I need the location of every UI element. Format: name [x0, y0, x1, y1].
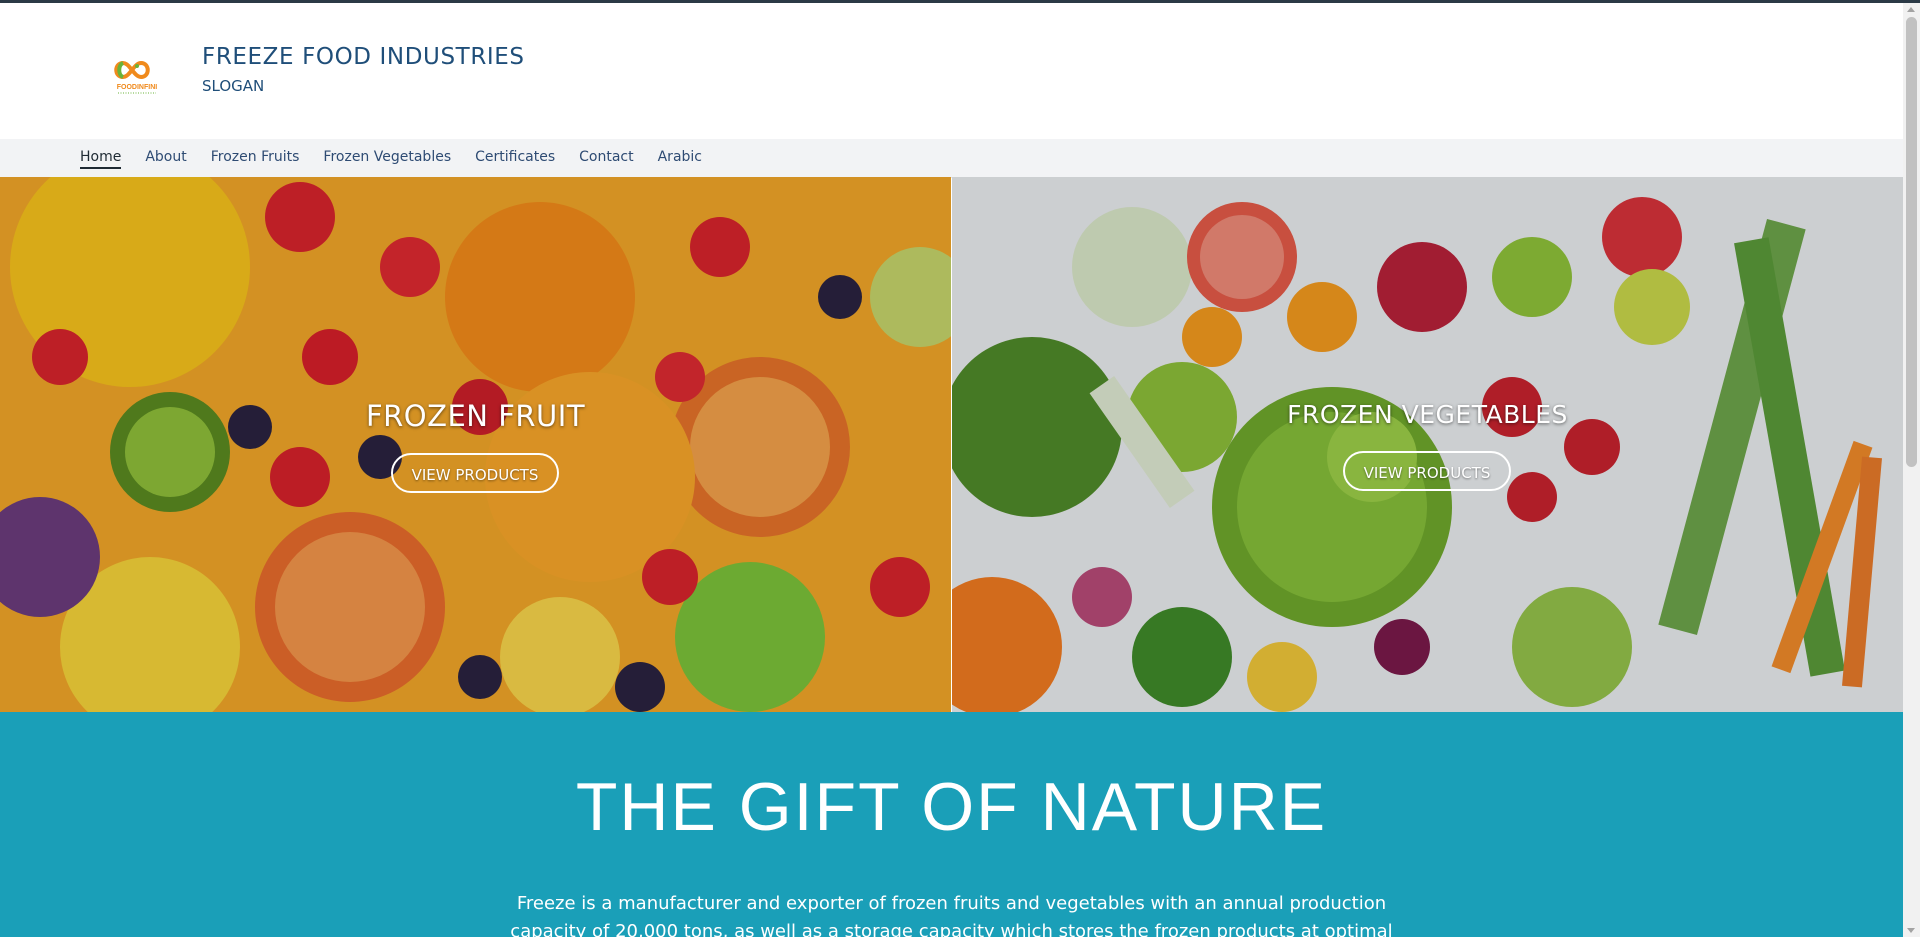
brand-logo[interactable]: FOODINFINI: [108, 47, 166, 97]
hero-panel-frozen-vegetables: FROZEN VEGETABLES VIEW PRODUCTS: [952, 177, 1903, 712]
nav-list: Home About Frozen Fruits Frozen Vegetabl…: [80, 149, 702, 169]
nav-item-frozen-vegetables[interactable]: Frozen Vegetables: [323, 149, 451, 169]
fruit-overlay: [0, 177, 951, 712]
brand-slogan: SLOGAN: [202, 77, 265, 95]
nav-item-contact[interactable]: Contact: [579, 149, 633, 169]
site-header: FOODINFINI FREEZE FOOD INDUSTRIES SLOGAN: [0, 3, 1903, 139]
main-nav: Home About Frozen Fruits Frozen Vegetabl…: [0, 139, 1903, 178]
logo-text: FOODINFINI: [117, 84, 157, 91]
nav-item-frozen-fruits[interactable]: Frozen Fruits: [211, 149, 300, 169]
nav-item-arabic[interactable]: Arabic: [658, 149, 702, 169]
brand-title[interactable]: FREEZE FOOD INDUSTRIES: [202, 44, 525, 70]
fruit-view-products-button[interactable]: VIEW PRODUCTS: [391, 453, 559, 493]
frozen-fruit-heading: FROZEN FRUIT: [365, 399, 586, 433]
page-scrollbar[interactable]: [1903, 3, 1920, 937]
gift-of-nature-text: Freeze is a manufacturer and exporter of…: [510, 893, 1393, 937]
hero-panel-frozen-fruit: FROZEN FRUIT VIEW PRODUCTS: [0, 177, 951, 712]
gift-of-nature-section: THE GIFT OF NATURE Freeze is a manufactu…: [0, 712, 1903, 937]
gift-of-nature-title: THE GIFT OF NATURE: [575, 769, 1328, 845]
nav-item-certificates[interactable]: Certificates: [475, 149, 555, 169]
nav-item-home[interactable]: Home: [80, 149, 122, 169]
scroll-thumb[interactable]: [1906, 17, 1917, 467]
scroll-down-arrow-icon[interactable]: [1907, 928, 1915, 933]
nav-item-about[interactable]: About: [145, 149, 186, 169]
scroll-up-arrow-icon[interactable]: [1907, 7, 1915, 12]
frozen-vegetables-heading: FROZEN VEGETABLES: [1287, 400, 1568, 429]
vegetables-view-products-button[interactable]: VIEW PRODUCTS: [1343, 451, 1511, 491]
vegetables-overlay: [952, 177, 1903, 712]
page: FOODINFINI FREEZE FOOD INDUSTRIES SLOGAN…: [0, 3, 1903, 937]
